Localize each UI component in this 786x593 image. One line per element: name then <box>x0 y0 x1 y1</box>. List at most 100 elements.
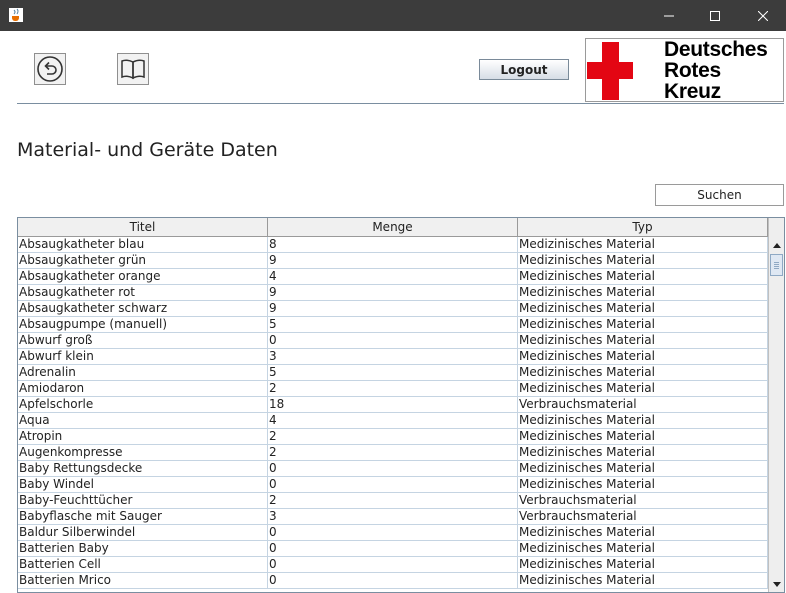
logout-button[interactable]: Logout <box>479 59 569 80</box>
table-row[interactable]: Augenkompresse 2 Medizinisches Material <box>18 445 768 461</box>
vertical-scrollbar[interactable] <box>768 218 784 592</box>
cell-menge[interactable]: 4 <box>268 413 518 428</box>
window-titlebar[interactable] <box>0 0 786 31</box>
cell-typ[interactable]: Medizinisches Material <box>518 557 768 572</box>
scroll-down-button[interactable] <box>769 576 784 592</box>
cell-typ[interactable]: Medizinisches Material <box>518 237 768 252</box>
cell-menge[interactable]: 3 <box>268 349 518 364</box>
cell-titel[interactable]: Aqua <box>18 413 268 428</box>
cell-menge[interactable]: 0 <box>268 333 518 348</box>
table-row[interactable]: Absaugkatheter blau 8 Medizinisches Materi… <box>18 237 768 253</box>
table-row[interactable]: Batterien Cell 0 Medizinisches Material <box>18 557 768 573</box>
cell-typ[interactable]: Medizinisches Material <box>518 477 768 492</box>
cell-menge[interactable]: 2 <box>268 381 518 396</box>
cell-typ[interactable]: Verbrauchsmaterial <box>518 509 768 524</box>
column-header-typ[interactable]: Typ <box>518 218 768 236</box>
cell-titel[interactable]: Abwurf groß <box>18 333 268 348</box>
back-button[interactable] <box>34 53 66 85</box>
cell-typ[interactable]: Medizinisches Material <box>518 461 768 476</box>
cell-menge[interactable]: 3 <box>268 509 518 524</box>
cell-menge[interactable]: 9 <box>268 253 518 268</box>
cell-menge[interactable]: 0 <box>268 525 518 540</box>
cell-typ[interactable]: Medizinisches Material <box>518 573 768 588</box>
cell-typ[interactable]: Medizinisches Material <box>518 333 768 348</box>
cell-menge[interactable]: 0 <box>268 557 518 572</box>
table-row[interactable]: Baby-Feuchttücher 2 Verbrauchsmaterial <box>18 493 768 509</box>
cell-typ[interactable]: Medizinisches Material <box>518 381 768 396</box>
cell-titel[interactable]: Batterien Baby <box>18 541 268 556</box>
table-row[interactable]: Babyflasche mit Sauger 3 Verbrauchsmateria… <box>18 509 768 525</box>
cell-typ[interactable]: Medizinisches Material <box>518 413 768 428</box>
cell-typ[interactable]: Medizinisches Material <box>518 349 768 364</box>
table-row[interactable]: Baby Windel 0 Medizinisches Material <box>18 477 768 493</box>
table-row[interactable]: Absaugkatheter rot 9 Medizinisches Materia… <box>18 285 768 301</box>
cell-typ[interactable]: Verbrauchsmaterial <box>518 493 768 508</box>
cell-typ[interactable]: Medizinisches Material <box>518 445 768 460</box>
scroll-thumb[interactable] <box>770 254 783 276</box>
table-row[interactable]: Batterien Mrico 0 Medizinisches Material <box>18 573 768 589</box>
search-button[interactable]: Suchen <box>655 184 784 206</box>
cell-typ[interactable]: Medizinisches Material <box>518 285 768 300</box>
cell-titel[interactable]: Abwurf klein <box>18 349 268 364</box>
cell-menge[interactable]: 0 <box>268 573 518 588</box>
table-row[interactable]: Abwurf groß 0 Medizinisches Material <box>18 333 768 349</box>
table-row[interactable]: Amiodaron 2 Medizinisches Material <box>18 381 768 397</box>
cell-titel[interactable]: Augenkompresse <box>18 445 268 460</box>
table-row[interactable]: Baldur Silberwindel 0 Medizinisches Materi… <box>18 525 768 541</box>
table-row[interactable]: Aqua 4 Medizinisches Material <box>18 413 768 429</box>
cell-titel[interactable]: Absaugkatheter grün <box>18 253 268 268</box>
table-row[interactable]: Baby Rettungsdecke 0 Medizinisches Materia… <box>18 461 768 477</box>
cell-titel[interactable]: Babyflasche mit Sauger <box>18 509 268 524</box>
column-header-menge[interactable]: Menge <box>268 218 518 236</box>
table-row[interactable]: Absaugkatheter grün 9 Medizinisches Materi… <box>18 253 768 269</box>
minimize-button[interactable] <box>646 0 692 31</box>
cell-menge[interactable]: 4 <box>268 269 518 284</box>
table-row[interactable]: Atropin 2 Medizinisches Material <box>18 429 768 445</box>
cell-typ[interactable]: Verbrauchsmaterial <box>518 397 768 412</box>
cell-titel[interactable]: Baby-Feuchttücher <box>18 493 268 508</box>
table-row[interactable]: Absaugkatheter schwarz 9 Medizinisches Mat… <box>18 301 768 317</box>
cell-titel[interactable]: Batterien Mrico <box>18 573 268 588</box>
cell-typ[interactable]: Medizinisches Material <box>518 525 768 540</box>
cell-typ[interactable]: Medizinisches Material <box>518 301 768 316</box>
cell-menge[interactable]: 8 <box>268 237 518 252</box>
scroll-up-button[interactable] <box>769 237 784 253</box>
cell-titel[interactable]: Amiodaron <box>18 381 268 396</box>
table-row[interactable]: Abwurf klein 3 Medizinisches Material <box>18 349 768 365</box>
table-row[interactable]: Absaugkatheter orange 4 Medizinisches Mate… <box>18 269 768 285</box>
cell-titel[interactable]: Baby Windel <box>18 477 268 492</box>
cell-titel[interactable]: Apfelschorle <box>18 397 268 412</box>
table-row[interactable]: Adrenalin 5 Medizinisches Material <box>18 365 768 381</box>
cell-titel[interactable]: Absaugkatheter schwarz <box>18 301 268 316</box>
cell-typ[interactable]: Medizinisches Material <box>518 253 768 268</box>
cell-menge[interactable]: 5 <box>268 365 518 380</box>
manual-button[interactable] <box>117 53 149 85</box>
maximize-button[interactable] <box>692 0 738 31</box>
table-row[interactable]: Absaugpumpe (manuell) 5 Medizinisches Mate… <box>18 317 768 333</box>
cell-menge[interactable]: 0 <box>268 541 518 556</box>
cell-menge[interactable]: 2 <box>268 445 518 460</box>
cell-titel[interactable]: Absaugkatheter orange <box>18 269 268 284</box>
cell-menge[interactable]: 18 <box>268 397 518 412</box>
cell-typ[interactable]: Medizinisches Material <box>518 429 768 444</box>
cell-menge[interactable]: 9 <box>268 301 518 316</box>
table-row[interactable]: Apfelschorle 18 Verbrauchsmaterial <box>18 397 768 413</box>
table-row[interactable]: Batterien Baby 0 Medizinisches Material <box>18 541 768 557</box>
material-table[interactable]: Titel Menge Typ Absaugkatheter blau 8 Medi… <box>17 217 785 593</box>
cell-typ[interactable]: Medizinisches Material <box>518 541 768 556</box>
cell-menge[interactable]: 0 <box>268 477 518 492</box>
cell-titel[interactable]: Atropin <box>18 429 268 444</box>
cell-titel[interactable]: Baldur Silberwindel <box>18 525 268 540</box>
cell-typ[interactable]: Medizinisches Material <box>518 269 768 284</box>
column-header-titel[interactable]: Titel <box>18 218 268 236</box>
cell-menge[interactable]: 2 <box>268 429 518 444</box>
cell-titel[interactable]: Absaugkatheter blau <box>18 237 268 252</box>
cell-menge[interactable]: 2 <box>268 493 518 508</box>
cell-menge[interactable]: 0 <box>268 461 518 476</box>
cell-typ[interactable]: Medizinisches Material <box>518 317 768 332</box>
close-button[interactable] <box>740 0 786 31</box>
cell-titel[interactable]: Batterien Cell <box>18 557 268 572</box>
cell-titel[interactable]: Adrenalin <box>18 365 268 380</box>
cell-titel[interactable]: Absaugpumpe (manuell) <box>18 317 268 332</box>
cell-typ[interactable]: Medizinisches Material <box>518 365 768 380</box>
